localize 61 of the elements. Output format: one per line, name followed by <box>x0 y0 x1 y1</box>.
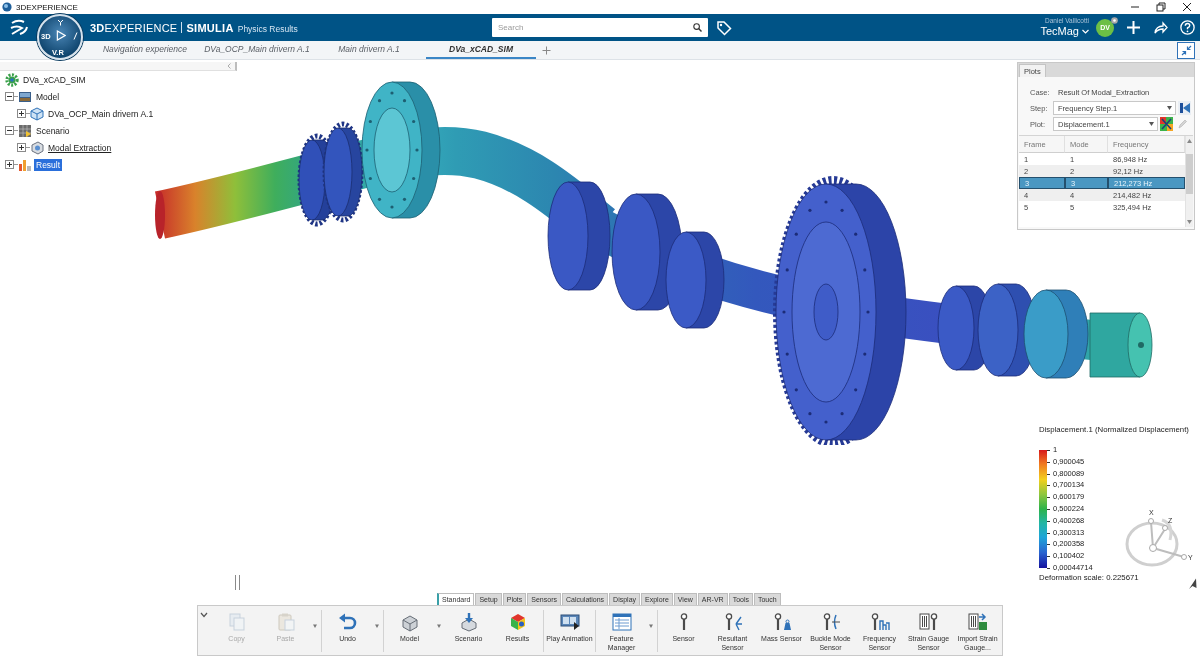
scroll-up-icon[interactable] <box>1187 139 1192 143</box>
fork-icon <box>57 19 64 26</box>
plus-box-icon[interactable] <box>17 143 30 152</box>
document-tab[interactable]: Main drivern A.1 <box>314 41 424 59</box>
clipboard-icon <box>275 612 296 632</box>
first-frame-icon[interactable] <box>1178 101 1191 115</box>
tree-item[interactable]: Modal Extraction <box>46 141 114 154</box>
platform-name: 3DEXPERIENCE <box>90 21 178 34</box>
tree-item[interactable]: DVa_xCAD_SIM <box>21 73 88 86</box>
chevron-down-icon[interactable] <box>200 612 208 618</box>
search-field[interactable]: Search <box>492 18 708 37</box>
gauge-import-icon <box>967 612 988 632</box>
caret-down-icon <box>1167 106 1172 110</box>
probe-bars-icon <box>869 612 890 632</box>
end-cylinder <box>1089 312 1153 378</box>
pointer-icon <box>1188 578 1197 590</box>
bar-chart-icon <box>18 157 32 172</box>
app-name: Physics Results <box>237 23 298 34</box>
scroll-down-icon[interactable] <box>1187 220 1192 224</box>
document-tab[interactable]: DVa_xCAD_SIM <box>426 41 536 59</box>
help-icon[interactable] <box>1180 20 1195 35</box>
status-badge-icon <box>1111 16 1118 24</box>
cube-icon <box>30 106 44 121</box>
contour-plot-icon[interactable] <box>1160 117 1173 131</box>
caret-down-icon <box>1149 122 1154 126</box>
tenant-name[interactable]: TecMag <box>1040 25 1079 38</box>
copy-icon <box>226 612 247 632</box>
minus-box-icon[interactable] <box>5 92 18 101</box>
brand-name: SIMULIA <box>186 21 234 34</box>
hex-block-icon <box>30 140 44 155</box>
scrollbar-thumb[interactable] <box>1186 154 1193 194</box>
grid-arrow-icon <box>18 123 32 138</box>
tray-arrow-icon <box>458 612 479 632</box>
slash-icon <box>73 32 78 40</box>
scrollbar[interactable] <box>1185 136 1193 227</box>
plus-box-icon[interactable] <box>17 109 30 118</box>
minus-box-icon[interactable] <box>5 126 18 135</box>
tree-item[interactable]: DVa_OCP_Main drivern A.1 <box>46 107 156 120</box>
collapse-view-button[interactable] <box>1177 41 1195 59</box>
tree-item[interactable]: Result <box>34 158 63 171</box>
logo-icon <box>9 18 29 37</box>
app-icon <box>2 2 12 12</box>
film-play-icon <box>559 612 580 632</box>
table-window-icon <box>611 612 632 632</box>
tag-icon[interactable] <box>716 19 732 36</box>
plus-box-icon[interactable] <box>5 160 18 169</box>
tree-item[interactable]: Scenario <box>34 124 72 137</box>
restore-icon[interactable] <box>1156 2 1166 12</box>
picture-frame-icon <box>18 89 32 104</box>
window-title: 3DEXPERIENCE <box>16 2 78 12</box>
close-icon[interactable] <box>1182 2 1192 12</box>
gear-icon <box>5 72 19 87</box>
arrows-inward-icon <box>1180 44 1192 56</box>
play-icon <box>56 30 66 41</box>
document-tab[interactable]: DVa_OCP_Main drivern A.1 <box>202 41 312 59</box>
tree-item[interactable]: Model <box>34 90 62 103</box>
gauge-probe-icon <box>918 612 939 632</box>
splitter-handle[interactable] <box>235 575 240 590</box>
undo-arrow-icon <box>337 612 358 632</box>
share-icon[interactable] <box>1153 20 1168 35</box>
document-tab[interactable]: Navigation experience <box>90 41 200 59</box>
